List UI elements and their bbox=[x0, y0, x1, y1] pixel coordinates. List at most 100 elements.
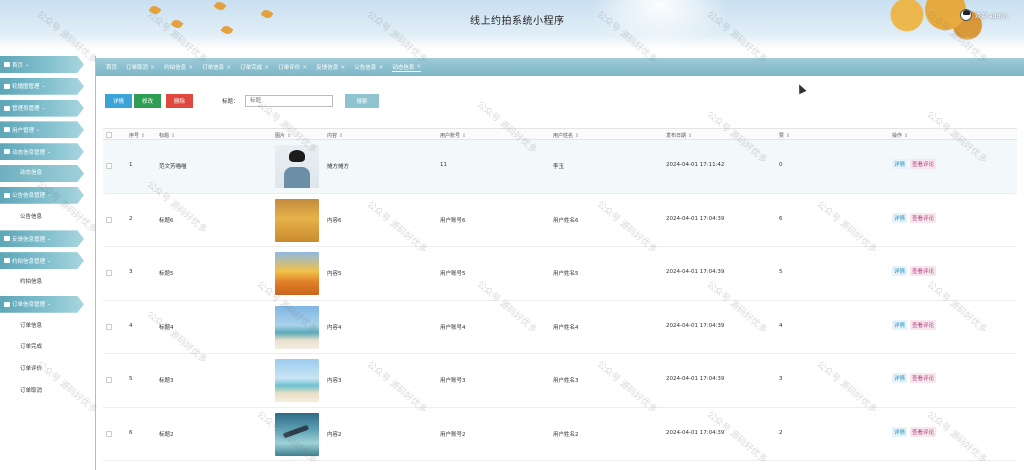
search-input[interactable] bbox=[245, 95, 333, 107]
close-icon[interactable]: × bbox=[378, 64, 383, 71]
table-row[interactable]: 1 范文芳喵喵 摊方摊方 11 李玉 2024-04-01 17:11:42 0 详情 查看评论 bbox=[103, 140, 1017, 194]
row-comments-button[interactable]: 查看评论 bbox=[910, 319, 937, 330]
sidebar-menu-0[interactable]: 首页 ⌄ bbox=[0, 56, 84, 73]
row-checkbox[interactable] bbox=[106, 270, 112, 276]
tab-2[interactable]: 约拍信息 × bbox=[164, 63, 193, 72]
close-icon[interactable]: × bbox=[302, 64, 307, 71]
cell-likes: 5 bbox=[779, 269, 783, 275]
row-checkbox[interactable] bbox=[106, 323, 112, 330]
tab-label: 订单取消 bbox=[126, 65, 149, 71]
row-checkbox[interactable] bbox=[106, 163, 112, 169]
tab-5[interactable]: 订单评价 × bbox=[278, 63, 307, 72]
search-button[interactable]: 搜索 bbox=[345, 94, 379, 108]
row-image[interactable] bbox=[275, 252, 319, 295]
chevron-down-icon: ⌄ bbox=[47, 301, 52, 308]
row-image[interactable] bbox=[275, 145, 319, 188]
table-row[interactable]: 4 标题4 内容4 用户账号4 用户姓名4 2024-04-01 17:04:39 4 详情查… bbox=[103, 301, 1017, 354]
sidebar-item-7[interactable]: 公告信息 bbox=[0, 209, 84, 226]
sidebar-item-12[interactable]: 订单信息 bbox=[0, 318, 84, 335]
row-image[interactable] bbox=[275, 359, 319, 402]
sidebar-item-15[interactable]: 订单取消 bbox=[0, 383, 84, 400]
row-checkbox[interactable] bbox=[106, 216, 112, 223]
sidebar-menu-8[interactable]: 反馈信息管理 ⌄ bbox=[0, 230, 84, 248]
column-header-index[interactable]: 序号 ⇕ bbox=[129, 132, 145, 139]
row-image[interactable] bbox=[275, 305, 319, 349]
cell-index: 4 bbox=[129, 322, 133, 329]
row-checkbox[interactable] bbox=[106, 430, 112, 437]
tab-label: 首页 bbox=[106, 65, 118, 71]
tab-6[interactable]: 反馈信息 × bbox=[316, 63, 345, 72]
column-header-likes[interactable]: 赞 ⇕ bbox=[779, 132, 790, 139]
close-icon[interactable]: × bbox=[188, 64, 193, 71]
row-detail-button[interactable]: 详情 bbox=[892, 319, 908, 330]
menu-icon bbox=[4, 301, 10, 307]
sidebar-menu-1[interactable]: 轮播图管理 ⌄ bbox=[0, 77, 84, 95]
column-header-account[interactable]: 用户账号 ⇕ bbox=[440, 132, 466, 139]
row-comments-button[interactable]: 查看评论 bbox=[910, 266, 937, 276]
detail-button[interactable]: 详情 bbox=[105, 94, 132, 108]
sidebar-menu-4[interactable]: 动态信息管理 ⌄ bbox=[0, 143, 84, 161]
sidebar-item-label: 反馈信息管理 bbox=[12, 236, 46, 243]
sidebar-menu-3[interactable]: 用户管理 ⌄ bbox=[0, 121, 84, 139]
close-icon[interactable]: × bbox=[416, 63, 421, 70]
row-detail-button[interactable]: 详情 bbox=[892, 159, 908, 169]
menu-icon bbox=[4, 149, 10, 155]
sidebar-menu-2[interactable]: 管理员管理 ⌄ bbox=[0, 99, 84, 117]
row-detail-button[interactable]: 详情 bbox=[892, 266, 908, 276]
table-row[interactable]: 3 标题5 内容5 用户账号5 用户姓名5 2024-04-01 17:04:39 5 详情查… bbox=[103, 247, 1017, 301]
sidebar-menu-11[interactable]: 订单信息管理 ⌄ bbox=[0, 295, 84, 313]
tab-7[interactable]: 公告信息 × bbox=[354, 63, 383, 72]
edit-button[interactable]: 修改 bbox=[134, 94, 161, 108]
avatar[interactable] bbox=[960, 9, 972, 21]
tab-3[interactable]: 订单信息 × bbox=[202, 63, 231, 72]
column-header-content[interactable]: 内容 ⇕ bbox=[327, 132, 343, 139]
row-comments-button[interactable]: 查看评论 bbox=[910, 212, 937, 223]
cell-likes: 3 bbox=[779, 376, 783, 382]
close-icon[interactable]: × bbox=[264, 64, 269, 71]
column-header-name[interactable]: 用户姓名 ⇕ bbox=[553, 132, 579, 139]
column-header-image[interactable]: 图片 ⇕ bbox=[275, 132, 291, 139]
sidebar-item-10[interactable]: 约拍信息 bbox=[0, 274, 84, 291]
user-menu[interactable]: 欢迎 admin bbox=[960, 9, 1008, 21]
delete-button[interactable]: 删除 bbox=[166, 94, 193, 108]
table-row[interactable]: 6 标题2 内容2 用户账号2 用户姓名2 2024-04-01 17:04:39 2 详情查… bbox=[103, 408, 1017, 461]
tab-label: 订单评价 bbox=[278, 65, 301, 71]
column-header-title[interactable]: 标题 ⇕ bbox=[159, 132, 175, 139]
row-comments-button[interactable]: 查看评论 bbox=[910, 159, 937, 169]
select-all-checkbox[interactable] bbox=[106, 132, 112, 138]
row-checkbox[interactable] bbox=[106, 377, 112, 383]
row-comments-button[interactable]: 查看评论 bbox=[910, 426, 937, 437]
cell-date: 2024-04-01 17:04:39 bbox=[666, 215, 725, 222]
leaf-decoration bbox=[260, 7, 274, 21]
cell-date: 2024-04-01 17:04:39 bbox=[666, 376, 725, 382]
row-comments-button[interactable]: 查看评论 bbox=[910, 373, 937, 383]
column-header-date[interactable]: 发布日期 ⇕ bbox=[666, 132, 692, 139]
close-icon[interactable]: × bbox=[340, 64, 345, 71]
cell-name: 用户姓名2 bbox=[553, 431, 579, 438]
close-icon[interactable]: × bbox=[226, 64, 231, 71]
close-icon[interactable]: × bbox=[150, 64, 155, 71]
tab-4[interactable]: 订单完成 × bbox=[240, 63, 269, 72]
cell-title: 标题4 bbox=[159, 324, 174, 331]
menu-icon bbox=[4, 127, 10, 133]
cell-name: 用户姓名6 bbox=[553, 217, 579, 224]
tab-label: 订单完成 bbox=[240, 65, 263, 71]
row-actions: 详情 查看评论 bbox=[892, 373, 937, 383]
sidebar-menu-9[interactable]: 约拍信息管理 ⌄ bbox=[0, 252, 84, 270]
cell-content: 内容6 bbox=[327, 217, 342, 224]
tab-0[interactable]: 首页 bbox=[106, 63, 117, 71]
row-detail-button[interactable]: 详情 bbox=[892, 212, 908, 223]
sidebar-item-14[interactable]: 订单评价 bbox=[0, 361, 84, 378]
row-detail-button[interactable]: 详情 bbox=[892, 373, 908, 383]
tab-8[interactable]: 动态信息 × bbox=[392, 63, 422, 72]
sidebar-item-13[interactable]: 订单完成 bbox=[0, 339, 84, 356]
sidebar-item-5[interactable]: 动态信息 bbox=[0, 164, 84, 182]
row-detail-button[interactable]: 详情 bbox=[892, 426, 908, 437]
row-image[interactable] bbox=[275, 412, 319, 456]
table-row[interactable]: 2 标题6 内容6 用户账号6 用户姓名6 2024-04-01 17:04:39 6 详情查… bbox=[103, 194, 1017, 247]
sidebar-menu-6[interactable]: 公告信息管理 ⌄ bbox=[0, 186, 84, 204]
row-image[interactable] bbox=[275, 198, 319, 242]
table-row[interactable]: 5 标题3 内容3 用户账号3 用户姓名3 2024-04-01 17:04:39 3 详情查… bbox=[103, 354, 1017, 408]
tab-1[interactable]: 订单取消 × bbox=[126, 63, 155, 72]
leaf-decoration bbox=[170, 17, 184, 31]
